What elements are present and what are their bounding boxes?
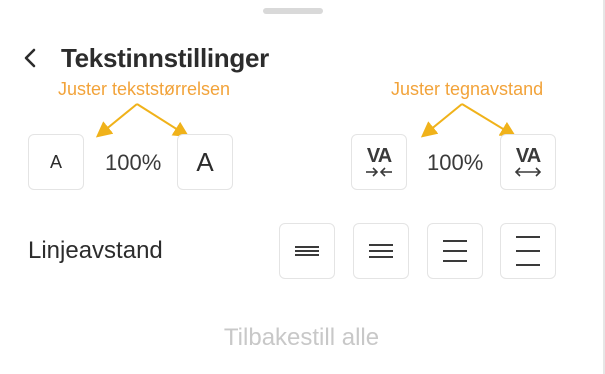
line-spacing-label: Linjeavstand (28, 237, 163, 264)
hint-arrow-text-small (95, 103, 138, 138)
line-spacing-compact-icon (295, 246, 319, 256)
hint-arrow-spacing-wide (461, 103, 517, 138)
text-size-value: 100% (105, 150, 162, 175)
increase-spacing-button[interactable]: VA (500, 134, 556, 190)
hint-arrow-text-large (136, 103, 190, 138)
small-a-glyph: A (49, 151, 62, 172)
line-spacing-normal-icon (369, 244, 393, 258)
decrease-spacing-button[interactable]: VA (351, 134, 407, 190)
line-spacing-wide-icon (516, 236, 540, 266)
line-spacing-option-3[interactable] (427, 223, 483, 279)
tight-spacing-icon: VA (364, 146, 394, 178)
line-spacing-option-1[interactable] (279, 223, 335, 279)
line-spacing-option-2[interactable] (353, 223, 409, 279)
line-spacing-relaxed-icon (443, 240, 467, 262)
text-settings-sheet: Tekstinnstillinger Juster tekststørrelse… (0, 0, 605, 374)
reset-all-button[interactable]: Tilbakestill alle (0, 324, 603, 352)
decrease-text-size-button[interactable]: A (28, 134, 84, 190)
text-size-hint: Juster tekststørrelsen (58, 79, 231, 99)
spacing-value: 100% (427, 150, 484, 175)
spacing-hint: Juster tegnavstand (391, 79, 544, 99)
hint-arrow-spacing-tight (420, 103, 463, 138)
wide-spacing-icon: VA (513, 146, 543, 178)
large-a-glyph: A (196, 146, 214, 177)
line-spacing-option-4[interactable] (500, 223, 556, 279)
back-chevron-icon[interactable] (18, 44, 42, 72)
page-title: Tekstinnstillinger (61, 43, 269, 73)
increase-text-size-button[interactable]: A (177, 134, 233, 190)
drag-handle[interactable] (263, 8, 323, 14)
